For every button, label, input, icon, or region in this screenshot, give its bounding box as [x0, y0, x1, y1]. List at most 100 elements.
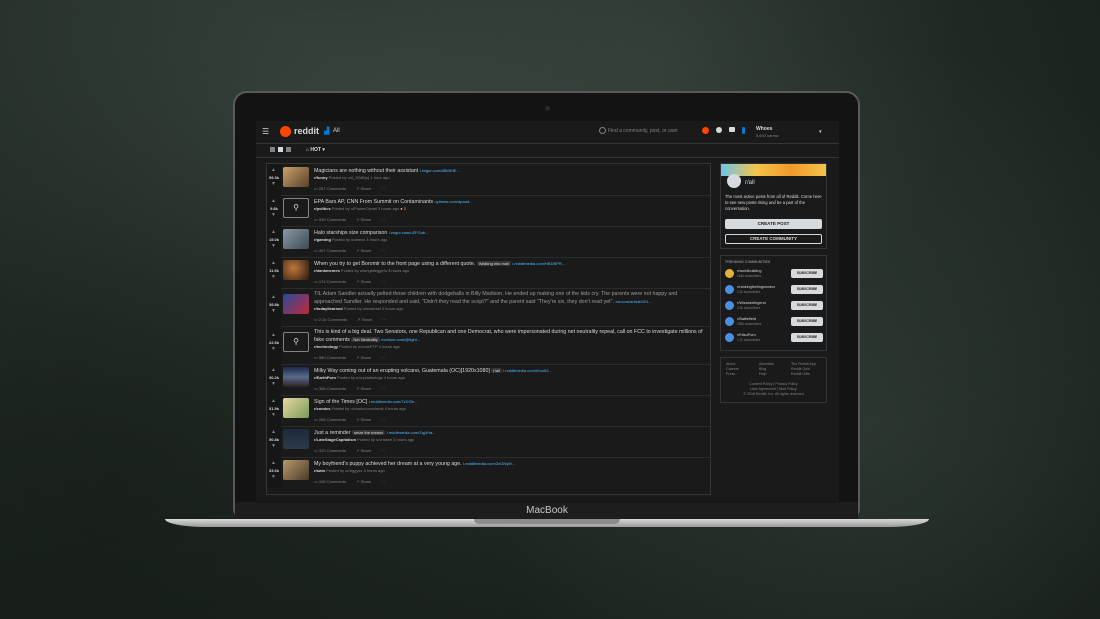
post-thumbnail[interactable] [283, 167, 309, 187]
subreddit-link[interactable]: r/EarthPorn [314, 375, 336, 380]
subscribe-button[interactable]: SUBSCRIBE [791, 285, 823, 294]
upvote-icon[interactable]: ▲ [271, 167, 276, 173]
comments-button[interactable]: ▭ 939 Comments [314, 217, 351, 222]
more-icon[interactable]: ··· [381, 417, 385, 422]
more-icon[interactable]: ··· [381, 448, 385, 453]
more-icon[interactable]: ··· [381, 386, 385, 391]
downvote-icon[interactable]: ▼ [271, 381, 276, 387]
post-thumbnail[interactable] [283, 398, 309, 418]
feed-selector[interactable]: All [333, 128, 340, 134]
post-domain[interactable]: ew.com/article/201... [616, 299, 652, 304]
upvote-icon[interactable]: ▲ [271, 460, 276, 466]
community-item[interactable]: r/Battlefield 135k subscribers SUBSCRIBE [725, 315, 824, 329]
mail-icon[interactable] [729, 127, 735, 132]
post-title[interactable]: EPA Bars AP, CNN From Summit on Contamin… [314, 198, 704, 206]
downvote-icon[interactable]: ▼ [271, 181, 276, 187]
upvote-icon[interactable]: ▲ [271, 398, 276, 404]
upvote-icon[interactable]: ▲ [271, 229, 276, 235]
reddit-logo-icon[interactable] [280, 126, 291, 137]
post-thumbnail[interactable] [283, 367, 309, 387]
post-domain[interactable]: i.redditmedia.com/rKcs53... [503, 368, 551, 373]
post-domain[interactable]: i.redditmedia.com/7zDGb... [369, 399, 417, 404]
upvote-icon[interactable]: ▲ [271, 332, 276, 338]
community-name[interactable]: r/worldbuilding [737, 269, 761, 273]
title-text[interactable]: Sign of the Times [OC] [314, 399, 367, 405]
subscribe-button[interactable]: SUBSCRIBE [791, 301, 823, 310]
share-button[interactable]: ↗ Share [356, 448, 376, 453]
post-item[interactable]: ▲ 30.2k ▼ Milky Way coming out of an eru… [267, 364, 710, 396]
comments-button[interactable]: ▭ 174 Comments [314, 279, 351, 284]
share-button[interactable]: ↗ Share [356, 248, 376, 253]
title-text[interactable]: Just a reminder [314, 430, 351, 436]
comments-button[interactable]: ▭ 320 Comments [314, 448, 351, 453]
community-item[interactable]: r/KitsuPorn 1.7k subscribers SUBSCRIBE [725, 331, 824, 345]
comments-button[interactable]: ▭ 580 Comments [314, 355, 351, 360]
footer-link-help[interactable]: Help [759, 372, 774, 377]
upvote-icon[interactable]: ▲ [271, 260, 276, 266]
subreddit-link[interactable]: r/aww [314, 468, 325, 473]
title-text[interactable]: EPA Bars AP, CNN From Summit on Contamin… [314, 199, 433, 205]
community-item[interactable]: r/rankingfeelingsinnerz 1.2k subscribers S… [725, 283, 824, 297]
create-post-button[interactable]: CREATE POST [725, 219, 822, 229]
post-item[interactable]: ▲ 11.9k ▼ When you try to get Boromir to… [267, 257, 710, 289]
footer-link-gifts[interactable]: Reddit Gifts [791, 372, 816, 377]
pencil-icon[interactable] [742, 127, 745, 134]
classic-view-icon[interactable] [278, 147, 283, 152]
subscribe-button[interactable]: SUBSCRIBE [791, 317, 823, 326]
community-item[interactable]: r/worldbuilding 164k subscribers SUBSCRIBE [725, 267, 824, 281]
subreddit-link[interactable]: r/politics [314, 206, 331, 211]
title-text[interactable]: My boyfriend's puppy achieved her dream … [314, 461, 462, 467]
share-button[interactable]: ↗ Share [356, 217, 376, 222]
post-item[interactable]: ▲ 9.8k ▼ ⚲ EPA Bars AP, CNN From Summit … [267, 195, 710, 227]
post-thumbnail[interactable] [283, 260, 309, 280]
post-item[interactable]: ▲ 33.6k ▼ My boyfriend's puppy achieved … [267, 457, 710, 488]
share-button[interactable]: ↗ Share [356, 417, 376, 422]
post-thumbnail[interactable] [283, 460, 309, 480]
downvote-icon[interactable]: ▼ [271, 274, 276, 280]
upvote-icon[interactable]: ▲ [271, 294, 276, 300]
comments-button[interactable]: ▭ 196 Comments [314, 479, 351, 484]
more-icon[interactable]: ··· [381, 479, 385, 484]
post-thumbnail[interactable] [283, 229, 309, 249]
more-icon[interactable]: ··· [381, 279, 385, 284]
subreddit-link[interactable]: r/funny [314, 175, 328, 180]
downvote-icon[interactable]: ▼ [271, 474, 276, 480]
post-domain[interactable]: i.imgur.com/uZFGub... [389, 230, 429, 235]
title-text[interactable]: Halo starships size comparison [314, 230, 387, 236]
subreddit-link[interactable]: r/gaming [314, 237, 331, 242]
post-title[interactable]: Magicians are nothing without their assi… [314, 167, 704, 175]
link-icon[interactable]: ⚲ [283, 332, 309, 352]
logo-text[interactable]: reddit [294, 126, 319, 136]
post-domain[interactable]: medium.com/@fight... [381, 337, 420, 342]
post-item[interactable]: ▲ 31.9k ▼ Sign of the Times [OC] i.reddi… [267, 395, 710, 427]
popular-icon[interactable] [702, 127, 709, 134]
card-view-icon[interactable] [270, 147, 275, 152]
post-title[interactable]: Sign of the Times [OC] i.redditmedia.com… [314, 398, 704, 406]
subreddit-link[interactable]: r/LateStageCapitalism [314, 437, 356, 442]
subreddit-link[interactable]: r/todayilearned [314, 306, 343, 311]
footer-link-press[interactable]: Press [726, 372, 739, 377]
post-domain[interactable]: i.imgur.com/dBWKfE... [420, 168, 460, 173]
compact-view-icon[interactable] [286, 147, 291, 152]
comments-button[interactable]: ▭ 287 Comments [314, 186, 351, 191]
community-name[interactable]: r/KitsuPorn [737, 333, 756, 337]
comments-button[interactable]: ▭ 366 Comments [314, 386, 351, 391]
post-item[interactable]: ▲ 22.5k ▼ ⚲ This is kind of a big deal. … [267, 326, 710, 365]
post-title[interactable]: My boyfriend's puppy achieved her dream … [314, 460, 704, 468]
more-icon[interactable]: ··· [382, 317, 386, 322]
upvote-icon[interactable]: ▲ [271, 429, 276, 435]
title-text[interactable]: When you try to get Boromir to the front… [314, 261, 475, 267]
username[interactable]: Whoes [756, 126, 772, 132]
post-thumbnail[interactable] [283, 429, 309, 449]
comments-button[interactable]: ▭ 266 Comments [314, 417, 351, 422]
post-title[interactable]: Halo starships size comparison i.imgur.c… [314, 229, 704, 237]
chevron-down-icon[interactable]: ▾ [819, 129, 822, 135]
downvote-icon[interactable]: ▼ [271, 412, 276, 418]
community-name[interactable]: r/rankingfeelingsinnerz [737, 285, 775, 289]
post-item[interactable]: ▲ 50.8k ▼ Just a reminder seize the mean… [267, 426, 710, 458]
menu-icon[interactable]: ☰ [262, 127, 269, 136]
search-input[interactable]: Find a community, post, or user [599, 127, 694, 137]
subreddit-link[interactable]: r/technology [314, 344, 338, 349]
post-title[interactable]: Just a reminder seize the means i.reddit… [314, 429, 704, 437]
more-icon[interactable]: ··· [381, 186, 385, 191]
